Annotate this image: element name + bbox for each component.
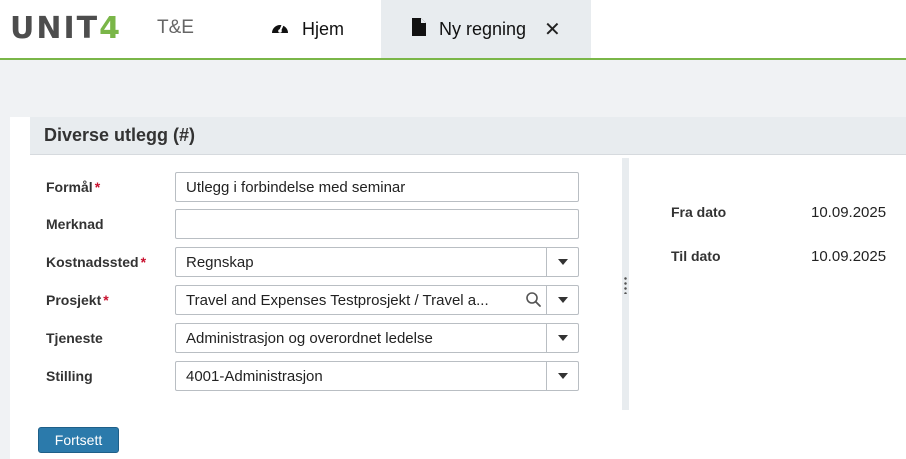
panel-header: Diverse utlegg (#) [30, 117, 906, 155]
chevron-down-icon [557, 259, 568, 265]
fra-dato-value: 10.09.2025 [811, 204, 887, 221]
prosjekt-select[interactable]: Travel and Expenses Testprosjekt / Trave… [175, 285, 579, 315]
stilling-select[interactable]: 4001-Administrasjon [175, 361, 579, 391]
prosjekt-value: Travel and Expenses Testprosjekt / Trave… [186, 292, 489, 309]
til-dato-value: 10.09.2025 [811, 248, 887, 265]
merknad-label: Merknad [46, 216, 104, 232]
formal-label: Formål [46, 179, 93, 195]
tab-home-label: Hjem [302, 18, 345, 39]
chevron-down-icon [557, 373, 568, 379]
formal-value: Utlegg i forbindelse med seminar [186, 179, 406, 196]
tab-home[interactable]: Hjem [270, 0, 344, 58]
kostnadssted-value: Regnskap [186, 254, 254, 271]
top-bar: UNIT4 T&E Hjem Ny regning ✕ [0, 0, 906, 60]
prosjekt-label: Prosjekt [46, 292, 102, 308]
tjeneste-label: Tjeneste [46, 330, 103, 346]
chevron-down-icon [557, 297, 568, 303]
merknad-input[interactable] [175, 209, 579, 239]
required-marker: * [103, 292, 109, 308]
tjeneste-value: Administrasjon og overordnet ledelse [186, 330, 433, 347]
kostnadssted-dropdown-button[interactable] [546, 248, 578, 276]
tjeneste-dropdown-button[interactable] [546, 324, 578, 352]
required-marker: * [140, 254, 147, 270]
drag-handle-icon[interactable] [624, 276, 627, 294]
top-gutter [10, 60, 906, 117]
kostnadssted-select[interactable]: Regnskap [175, 247, 579, 277]
search-icon[interactable] [524, 290, 544, 310]
prosjekt-dropdown-button[interactable] [546, 286, 578, 314]
til-dato-label: Til dato [671, 248, 721, 264]
tab-new-expense[interactable]: Ny regning ✕ [381, 0, 591, 58]
tab-new-expense-label: Ny regning [439, 18, 527, 39]
dashboard-gauge-icon [270, 18, 290, 41]
stilling-label: Stilling [46, 368, 93, 384]
chevron-down-icon [557, 335, 568, 341]
left-gutter [0, 60, 10, 459]
unit4-logo[interactable]: UNIT4 [10, 10, 122, 46]
close-icon[interactable]: ✕ [544, 17, 561, 42]
logo-text: UNIT [10, 10, 100, 46]
stilling-value: 4001-Administrasjon [186, 368, 323, 385]
kostnadssted-label: Kostnadssted [46, 254, 139, 270]
continue-button[interactable]: Fortsett [38, 427, 119, 453]
panel-title: Diverse utlegg (#) [44, 125, 196, 145]
app-name: T&E [157, 17, 194, 38]
formal-input[interactable]: Utlegg i forbindelse med seminar [175, 172, 579, 202]
document-icon [411, 17, 427, 42]
required-marker: * [94, 179, 101, 195]
fra-dato-label: Fra dato [671, 204, 727, 220]
stilling-dropdown-button[interactable] [546, 362, 578, 390]
logo-accent: 4 [99, 10, 122, 46]
tjeneste-select[interactable]: Administrasjon og overordnet ledelse [175, 323, 579, 353]
